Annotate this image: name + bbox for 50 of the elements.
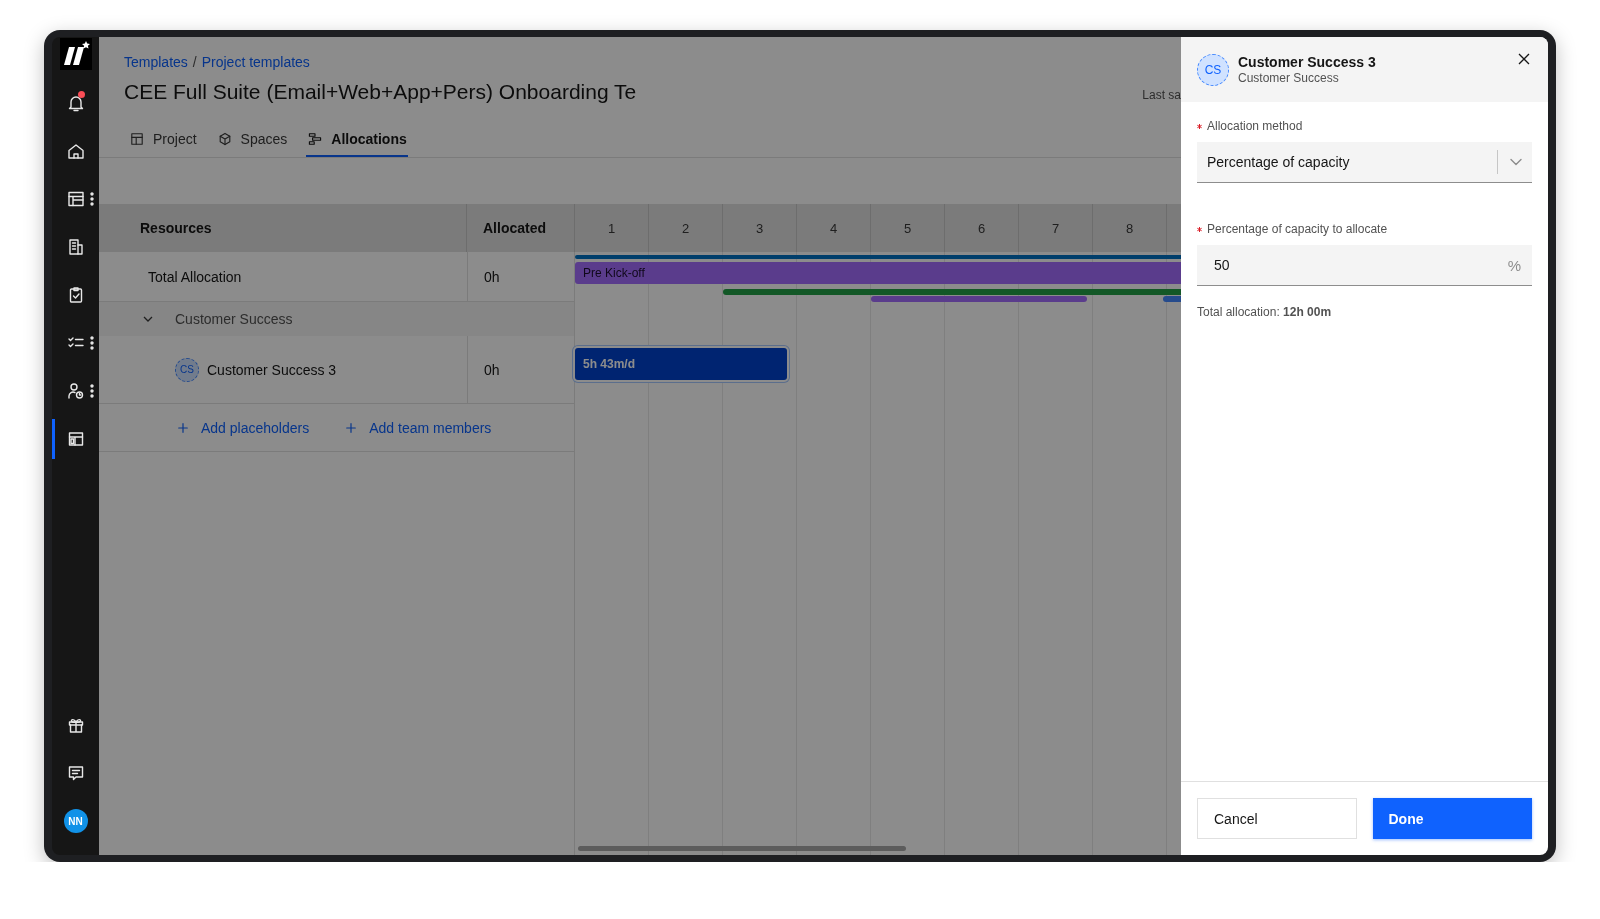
user-avatar[interactable]: NN: [63, 809, 88, 833]
breadcrumb-link[interactable]: Templates: [124, 54, 188, 70]
member-name: Customer Success 3: [207, 361, 337, 378]
panel-title: Customer Success 3: [1238, 54, 1376, 70]
week-header: 2: [649, 204, 723, 252]
avatar: CS: [1197, 53, 1229, 86]
person-clock-icon: [65, 381, 86, 401]
week-header: 6: [945, 204, 1019, 252]
week-header: 4: [797, 204, 871, 252]
allocation-bar: 5h 43m/d: [575, 348, 787, 380]
week-header: 1: [575, 204, 649, 252]
week-header: 3: [723, 204, 797, 252]
done-button[interactable]: Done: [1372, 798, 1532, 839]
page-title: CEE Full Suite (Email+Web+App+Pers) Onboarding Te: [124, 80, 637, 104]
scrollbar[interactable]: [578, 846, 906, 851]
logo-icon[interactable]: [59, 38, 92, 70]
week-header: 8: [1093, 204, 1167, 252]
group-row[interactable]: Customer Success: [99, 302, 575, 336]
column-header: Resources: [140, 220, 212, 236]
breadcrumb-link[interactable]: Project templates: [201, 54, 310, 70]
add-link[interactable]: Add placeholders: [177, 419, 310, 436]
tab[interactable]: Allocations: [306, 123, 408, 157]
field-label: Percentage of capacity to allocate: [1207, 222, 1388, 236]
total-allocation-text: Total allocation: 12h 00m: [1197, 305, 1333, 319]
cancel-button[interactable]: Cancel: [1197, 798, 1357, 839]
table-layout-icon: [129, 131, 145, 147]
group-label: Customer Success: [175, 311, 293, 327]
allocation-method-select[interactable]: Percentage of capacity: [1197, 142, 1532, 183]
field-label: Allocation method: [1207, 119, 1303, 133]
close-icon[interactable]: [1518, 53, 1530, 65]
tab[interactable]: Spaces: [215, 123, 289, 157]
allocated-value: 0h: [484, 361, 500, 378]
calendar-icon: [65, 189, 86, 209]
phase-bar: Pre Kick-off: [575, 262, 1181, 284]
breadcrumb-separator: /: [192, 54, 197, 70]
last-saved-text: Last sa: [1142, 87, 1181, 102]
row-label: Total Allocation: [148, 268, 242, 285]
plus-icon: [177, 421, 189, 434]
week-header: 7: [1019, 204, 1093, 252]
panel-subtitle: Customer Success: [1238, 71, 1340, 85]
week-header: 5: [871, 204, 945, 252]
allocation-bars-icon: [307, 131, 324, 147]
tab[interactable]: Project: [128, 123, 198, 157]
avatar: CS: [175, 357, 199, 382]
allocated-value: 0h: [484, 268, 500, 285]
home-icon: [65, 141, 86, 161]
percentage-input[interactable]: 50 %: [1197, 245, 1532, 286]
column-header: Allocated: [483, 220, 546, 236]
plus-icon: [345, 421, 358, 434]
add-link[interactable]: Add team members: [345, 419, 492, 436]
